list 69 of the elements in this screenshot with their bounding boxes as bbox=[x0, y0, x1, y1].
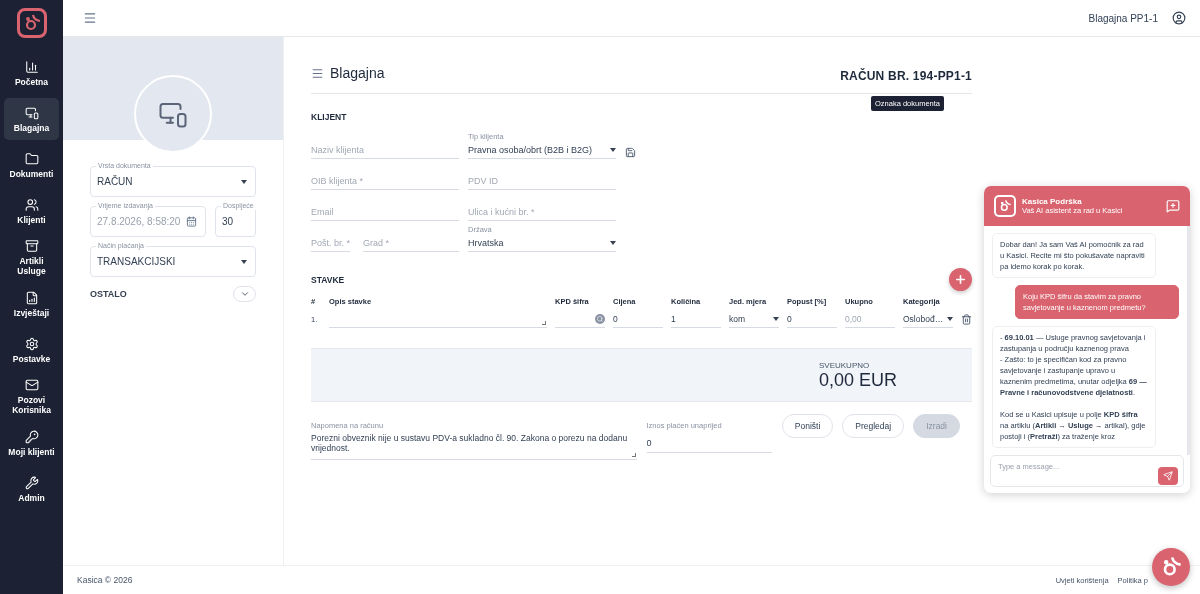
chat-button[interactable] bbox=[1152, 548, 1190, 586]
input-field[interactable]: Ulica i kućni br. * bbox=[468, 203, 616, 221]
caret-icon bbox=[241, 259, 247, 264]
total-amount: 0,00 EUR bbox=[819, 369, 899, 390]
caret-icon bbox=[241, 179, 247, 184]
sidebar-item[interactable]: Artikli Usluge bbox=[4, 236, 59, 279]
caret-icon bbox=[773, 316, 779, 321]
select-field[interactable]: Oslobođ… bbox=[903, 310, 953, 328]
sidebar-item[interactable]: Moji klijenti bbox=[4, 422, 59, 464]
input-field[interactable]: Pošt. br. * bbox=[311, 234, 350, 252]
action-button[interactable]: Poništi bbox=[781, 414, 834, 438]
sidebar-item[interactable]: Pozovi Korisnika bbox=[4, 375, 59, 418]
input-field[interactable]: 0 bbox=[646, 434, 772, 453]
folder-icon bbox=[24, 151, 39, 166]
key-icon bbox=[24, 429, 39, 444]
section-title: STAVKE bbox=[311, 274, 345, 285]
input-field[interactable]: 1 bbox=[671, 310, 721, 328]
caret-icon bbox=[610, 147, 616, 152]
caret-icon bbox=[947, 316, 953, 321]
add-item-button[interactable] bbox=[949, 268, 972, 291]
section-title: KLIJENT bbox=[311, 112, 348, 122]
send-button[interactable] bbox=[1158, 467, 1178, 485]
users-icon bbox=[24, 197, 39, 212]
user-name: Blagajna PP1-1 bbox=[1088, 12, 1158, 24]
note-text: Porezni obveznik nije u sustavu PDV-a sukladno čl. 90. Zakona o porezu na dodanu vrijednost. bbox=[311, 433, 629, 453]
plus-icon bbox=[954, 273, 967, 286]
input-field[interactable]: PDV ID bbox=[468, 172, 616, 190]
section-label: OSTALO bbox=[90, 289, 127, 299]
action-button[interactable]: Pregledaj bbox=[842, 414, 905, 438]
total-label: SVEUKUPNO bbox=[819, 360, 871, 370]
select-field[interactable]: kom bbox=[729, 310, 779, 328]
delete-icon[interactable] bbox=[961, 314, 972, 325]
chat-title: Kasica Podrška bbox=[1022, 197, 1083, 206]
sidebar-item[interactable]: Blagajna bbox=[4, 98, 59, 140]
input-field[interactable]: 0 bbox=[613, 310, 663, 328]
document-number: RAČUN BR. 194-PP1-1 bbox=[840, 69, 972, 83]
input-field[interactable]: OIB klijenta * bbox=[311, 172, 459, 190]
chevron-icon bbox=[239, 289, 250, 299]
calendar-icon bbox=[186, 216, 197, 227]
save-icon[interactable] bbox=[625, 147, 636, 158]
send-icon bbox=[1163, 471, 1173, 481]
mail-icon bbox=[24, 378, 39, 392]
user-icon[interactable] bbox=[1172, 11, 1186, 25]
menu-icon[interactable] bbox=[311, 66, 324, 80]
settings-icon bbox=[24, 336, 39, 351]
input-field[interactable]: Grad * bbox=[363, 234, 459, 252]
wrench-icon bbox=[24, 475, 39, 490]
input-field[interactable]: 0 bbox=[787, 310, 837, 328]
sidebar-item[interactable]: Postavke bbox=[4, 329, 59, 371]
sidebar-item[interactable]: Izvještaji bbox=[4, 283, 59, 325]
input-field[interactable]: Email bbox=[311, 203, 459, 221]
report-icon bbox=[24, 290, 39, 305]
devices-icon bbox=[24, 105, 39, 120]
bar-chart-icon bbox=[24, 59, 39, 74]
caret-icon bbox=[610, 240, 616, 245]
sidebar-item[interactable]: Početna bbox=[4, 52, 59, 94]
search-icon bbox=[595, 313, 605, 324]
select-field[interactable]: Hrvatska bbox=[468, 234, 616, 252]
archive-icon bbox=[24, 239, 39, 253]
input-field[interactable]: Naziv klijenta bbox=[311, 141, 459, 159]
select-field[interactable]: Pravna osoba/obrt (B2B i B2G) bbox=[468, 141, 616, 159]
copyright: Kasica © 2026 bbox=[77, 575, 133, 585]
new-chat-icon[interactable] bbox=[1166, 199, 1180, 213]
sidebar-item[interactable]: Klijenti bbox=[4, 190, 59, 232]
input-field: 0,00 bbox=[845, 310, 895, 328]
sidebar-item[interactable]: Dokumenti bbox=[4, 144, 59, 186]
sidebar-item[interactable]: Admin bbox=[4, 468, 59, 510]
page-title: Blagajna bbox=[311, 65, 385, 81]
menu-icon[interactable] bbox=[83, 11, 97, 25]
